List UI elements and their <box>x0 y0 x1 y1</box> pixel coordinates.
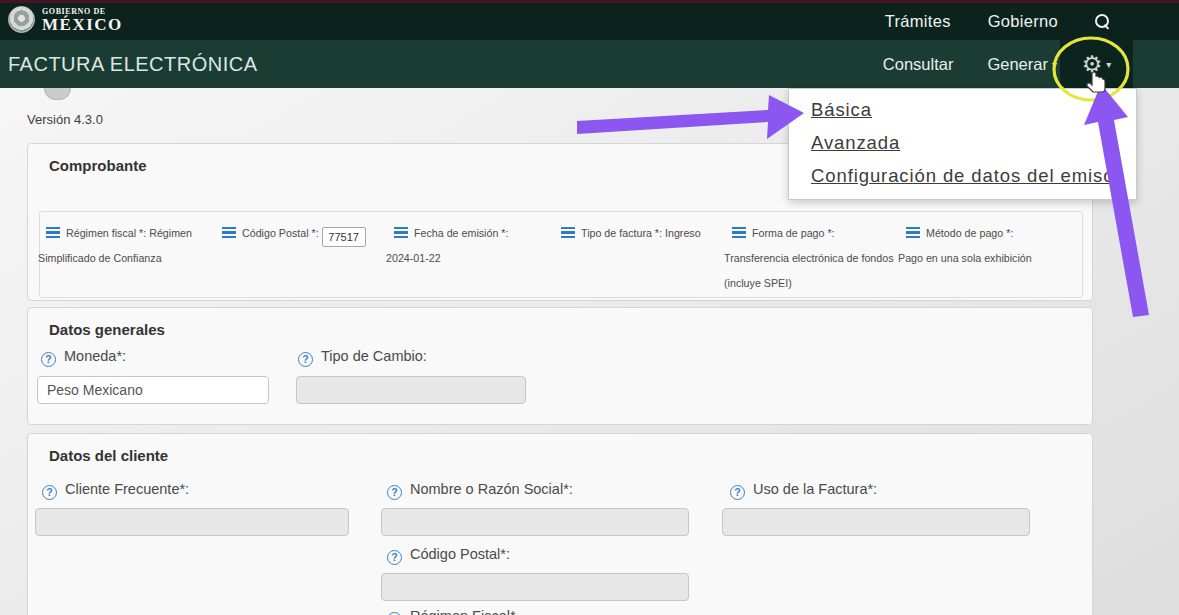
help-icon[interactable] <box>42 485 57 500</box>
field-label: Método de pago *: <box>926 227 1013 239</box>
field-metodo-pago[interactable]: Método de pago *: Pago en una sola exhib… <box>898 221 1038 271</box>
nombre-razon-input[interactable] <box>381 508 689 536</box>
comprobante-fieldset: Régimen fiscal *: Régimen Simplificado d… <box>39 211 1083 298</box>
menu-lines-icon <box>394 227 408 238</box>
datos-cliente-title: Datos del cliente <box>49 447 168 464</box>
field-value: 2024-01-22 <box>386 246 441 271</box>
field-regimen-fiscal[interactable]: Régimen fiscal *: Régimen Simplificado d… <box>38 221 210 271</box>
help-icon[interactable] <box>387 550 402 565</box>
moneda-label: Moneda*: <box>41 348 126 367</box>
menu-item-basica[interactable]: Básica <box>811 98 1136 122</box>
tipo-cambio-input[interactable] <box>296 376 526 404</box>
label-text: Uso de la Factura*: <box>753 481 877 497</box>
nav-generar-label: Generar <box>987 55 1048 73</box>
menu-lines-icon <box>732 227 746 238</box>
field-value: Pago en una sola exhibición <box>898 246 1032 271</box>
version-label: Versión 4.3.0 <box>27 112 103 127</box>
uso-factura-label: Uso de la Factura*: <box>730 481 877 500</box>
nav-gobierno[interactable]: Gobierno <box>988 12 1058 31</box>
datos-cliente-panel: Datos del cliente Cliente Frecuente*: No… <box>27 433 1093 615</box>
label-text: Nombre o Razón Social*: <box>410 481 573 497</box>
logo-text: GOBIERNO DE MÉXICO <box>42 7 123 33</box>
codigo-postal-cliente-label: Código Postal*: <box>387 546 510 565</box>
codigo-postal-cliente-input[interactable] <box>381 573 689 601</box>
field-tipo-factura[interactable]: Tipo de factura *: Ingreso <box>553 221 728 246</box>
gov-header: GOBIERNO DE MÉXICO Trámites Gobierno <box>0 3 1179 40</box>
nav-tramites[interactable]: Trámites <box>885 12 951 31</box>
field-label: Forma de pago *: <box>752 227 835 239</box>
datos-generales-title: Datos generales <box>49 321 165 338</box>
help-icon[interactable] <box>41 352 56 367</box>
avatar-partial[interactable] <box>44 88 71 100</box>
field-codigo-postal[interactable]: Código Postal *:77517 <box>214 221 390 247</box>
gear-icon: ⚙ <box>1082 53 1103 76</box>
gov-nav: Trámites Gobierno <box>885 3 1110 40</box>
cliente-frecuente-input[interactable] <box>35 508 349 536</box>
label-text: Cliente Frecuente*: <box>65 481 189 497</box>
nav-generar[interactable]: Generar ▾ <box>987 55 1057 74</box>
arrow-to-basica <box>577 95 804 139</box>
help-icon[interactable] <box>298 352 313 367</box>
field-label: Régimen fiscal *: <box>66 227 146 239</box>
logo-line2: MÉXICO <box>42 16 123 33</box>
menu-item-configuracion[interactable]: Configuración de datos del emisor <box>811 164 1136 188</box>
field-value: Transferencia electrónica de fondos (inc… <box>724 246 897 296</box>
mexico-seal-icon <box>8 6 35 33</box>
field-value: Ingreso <box>665 227 701 239</box>
app-bar: FACTURA ELECTRÓNICA Consultar Generar ▾ ⚙… <box>0 40 1179 88</box>
app-window: GOBIERNO DE MÉXICO Trámites Gobierno FAC… <box>0 0 1179 615</box>
menu-lines-icon <box>561 227 575 238</box>
datos-generales-panel: Datos generales Moneda*: Tipo de Cambio: <box>27 307 1093 425</box>
search-icon[interactable] <box>1095 14 1110 29</box>
menu-item-avanzada[interactable]: Avanzada <box>811 131 1136 155</box>
regimen-fiscal-cliente-label: Régimen Fiscal* <box>387 608 516 615</box>
field-label: Código Postal *: <box>242 227 319 239</box>
nav-consultar[interactable]: Consultar <box>883 55 954 74</box>
moneda-input[interactable] <box>37 376 269 404</box>
help-icon[interactable] <box>730 485 745 500</box>
settings-dropdown-menu: Básica Avanzada Configuración de datos d… <box>788 88 1137 200</box>
field-label: Tipo de factura *: <box>581 227 662 239</box>
settings-menu-button[interactable]: ⚙▾ <box>1060 40 1133 88</box>
chevron-down-icon: ▾ <box>1052 59 1057 70</box>
label-text: Código Postal*: <box>410 546 510 562</box>
field-fecha-emision[interactable]: Fecha de emisión *: 2024-01-22 <box>386 221 536 271</box>
menu-lines-icon <box>906 227 920 238</box>
gobmx-logo[interactable]: GOBIERNO DE MÉXICO <box>8 6 123 33</box>
tipo-cambio-label: Tipo de Cambio: <box>298 348 427 367</box>
menu-lines-icon <box>46 227 60 238</box>
app-nav: Consultar Generar ▾ <box>883 40 1057 88</box>
help-icon[interactable] <box>387 485 402 500</box>
codigo-postal-input[interactable]: 77517 <box>322 227 366 247</box>
chevron-down-icon: ▾ <box>1106 59 1111 70</box>
field-forma-pago[interactable]: Forma de pago *: Transferencia electróni… <box>724 221 896 296</box>
label-text: Tipo de Cambio: <box>321 348 427 364</box>
label-text: Moneda*: <box>64 348 126 364</box>
uso-factura-input[interactable] <box>722 508 1030 536</box>
field-label: Fecha de emisión *: <box>414 227 508 239</box>
label-text: Régimen Fiscal* <box>410 608 516 615</box>
nombre-razon-label: Nombre o Razón Social*: <box>387 481 573 500</box>
comprobante-title: Comprobante <box>49 157 147 174</box>
page-title: FACTURA ELECTRÓNICA <box>8 53 258 76</box>
cliente-frecuente-label: Cliente Frecuente*: <box>42 481 189 500</box>
menu-lines-icon <box>222 227 236 238</box>
